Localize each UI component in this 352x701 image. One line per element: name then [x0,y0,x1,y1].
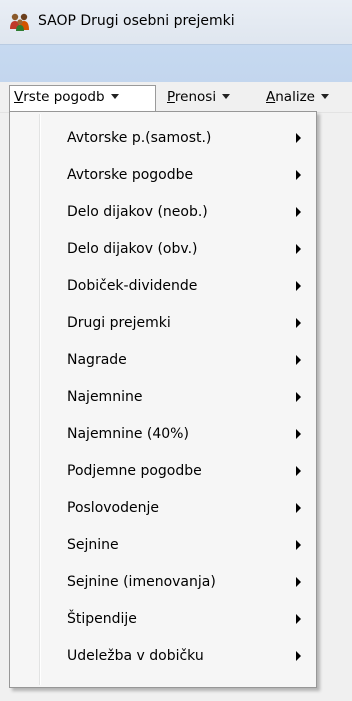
submenu-arrow-icon [296,281,301,291]
menu-item-sejnine[interactable]: Sejnine [12,527,314,564]
people-app-icon[interactable] [9,12,31,32]
menu-item-avtorske-pogodbe[interactable]: Avtorske pogodbe [12,157,314,194]
chevron-down-icon [222,93,231,99]
menu-item-udelezba-v-dobicku[interactable]: Udeležba v dobičku [12,638,314,675]
menu-prenosi-accel: P [167,89,175,105]
submenu-arrow-icon [296,244,301,254]
submenu-arrow-icon [296,133,301,143]
menu-item-nagrade[interactable]: Nagrade [12,342,314,379]
menu-item-label: Nagrade [67,352,127,368]
menu-item-stipendije[interactable]: Štipendije [12,601,314,638]
submenu-arrow-icon [296,207,301,217]
menu-analize-accel: A [266,89,276,105]
menu-item-label: Delo dijakov (neob.) [67,204,208,220]
menu-analize-label: nalize [275,89,315,105]
submenu-arrow-icon [296,466,301,476]
toolbar [0,44,352,83]
submenu-arrow-icon [296,318,301,328]
menu-item-label: Poslovodenje [67,500,159,516]
menu-prenosi[interactable]: Prenosi [163,85,234,109]
menu-item-label: Sejnine [67,537,119,553]
title-bar: SAOP Drugi osebni prejemki [0,0,352,44]
chevron-down-icon [110,93,119,99]
menu-item-podjemne-pogodbe[interactable]: Podjemne pogodbe [12,453,314,490]
menu-item-label: Podjemne pogodbe [67,463,202,479]
submenu-arrow-icon [296,503,301,513]
vrste-pogodb-dropdown: Avtorske p.(samost.) Avtorske pogodbe De… [9,111,317,688]
menu-vrste-pogodb-accel: V [14,89,24,105]
submenu-arrow-icon [296,429,301,439]
menu-item-delo-dijakov-obv[interactable]: Delo dijakov (obv.) [12,231,314,268]
menu-item-label: Dobiček-dividende [67,278,198,294]
window-title: SAOP Drugi osebni prejemki [38,13,235,29]
menu-item-label: Udeležba v dobičku [67,648,204,664]
menu-item-delo-dijakov-neob[interactable]: Delo dijakov (neob.) [12,194,314,231]
menu-vrste-pogodb[interactable]: Vrste pogodb [9,85,156,112]
menu-item-najemnine[interactable]: Najemnine [12,379,314,416]
menu-item-label: Najemnine (40%) [67,426,189,442]
menu-item-label: Štipendije [67,611,137,627]
submenu-arrow-icon [296,170,301,180]
menu-item-label: Najemnine [67,389,143,405]
submenu-arrow-icon [296,392,301,402]
menu-item-label: Avtorske pogodbe [67,167,194,183]
submenu-arrow-icon [296,540,301,550]
menu-item-label: Delo dijakov (obv.) [67,241,198,257]
menu-item-drugi-prejemki[interactable]: Drugi prejemki [12,305,314,342]
menu-item-avtorske-p-samost[interactable]: Avtorske p.(samost.) [12,120,314,157]
submenu-arrow-icon [296,355,301,365]
chevron-down-icon [320,93,329,99]
menu-item-label: Avtorske p.(samost.) [67,130,212,146]
menu-item-poslovodenje[interactable]: Poslovodenje [12,490,314,527]
menu-vrste-pogodb-label: rste pogodb [23,89,105,105]
menu-item-dobicek-dividende[interactable]: Dobiček-dividende [12,268,314,305]
submenu-arrow-icon [296,651,301,661]
menu-item-najemnine-40[interactable]: Najemnine (40%) [12,416,314,453]
menu-analize[interactable]: Analize [262,85,333,109]
menu-item-label: Sejnine (imenovanja) [67,574,216,590]
menu-prenosi-label: renosi [174,89,217,105]
submenu-arrow-icon [296,614,301,624]
submenu-arrow-icon [296,577,301,587]
menu-bar: Vrste pogodb Prenosi Analize [0,82,352,113]
menu-item-label: Drugi prejemki [67,315,171,331]
menu-item-sejnine-imenovanja[interactable]: Sejnine (imenovanja) [12,564,314,601]
